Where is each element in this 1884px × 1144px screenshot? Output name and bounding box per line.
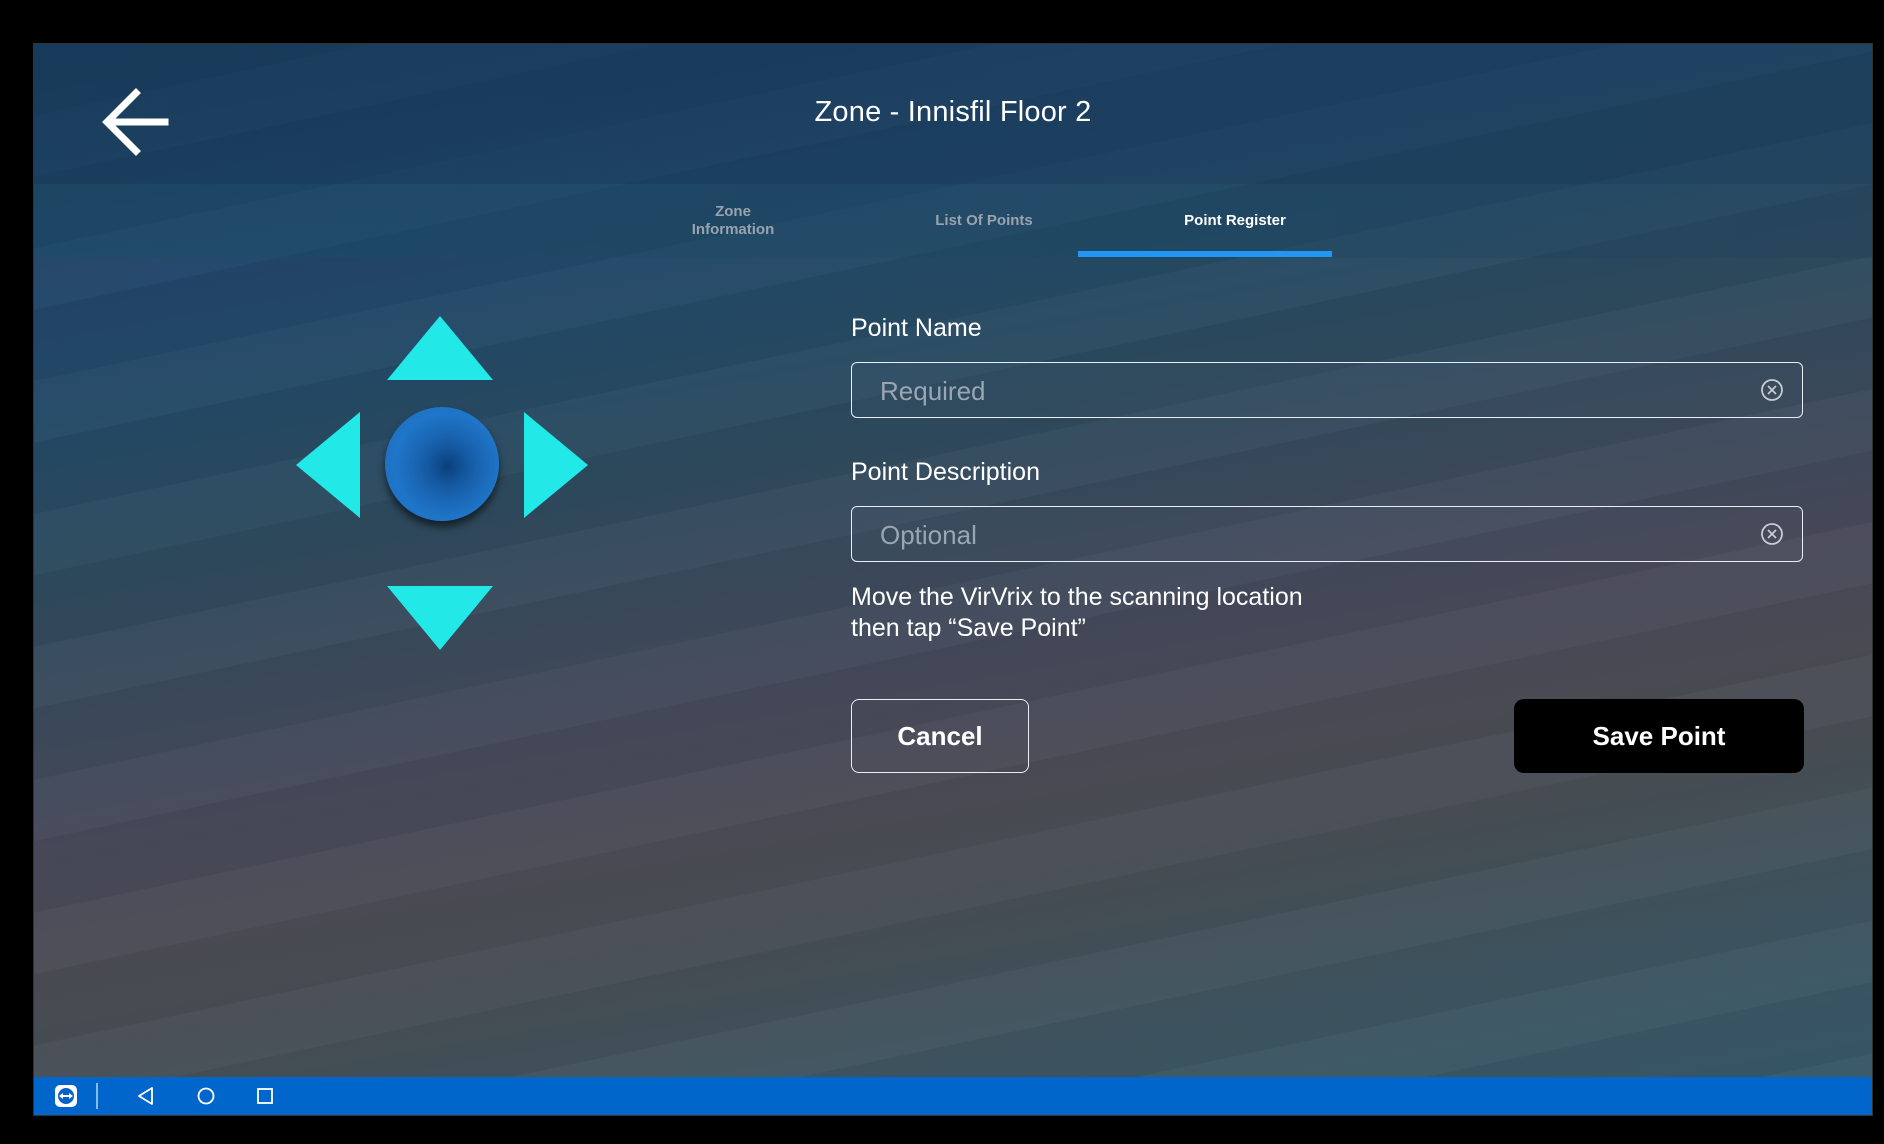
point-description-label: Point Description bbox=[851, 458, 1040, 486]
dpad-down-button[interactable] bbox=[385, 584, 495, 652]
tab-list-of-points[interactable]: List Of Points bbox=[857, 184, 1111, 258]
page-title: Zone - Innisfil Floor 2 bbox=[814, 96, 1092, 128]
dpad-center-button[interactable] bbox=[385, 407, 499, 521]
dpad-left-button[interactable] bbox=[294, 410, 362, 520]
save-point-button[interactable]: Save Point bbox=[1514, 699, 1804, 773]
point-description-field-box bbox=[851, 506, 1803, 563]
nav-divider bbox=[96, 1083, 98, 1109]
tab-point-register[interactable]: Point Register bbox=[1108, 184, 1362, 258]
point-name-field-box bbox=[851, 362, 1803, 419]
arrow-down-icon bbox=[387, 586, 493, 650]
arrow-left-icon bbox=[296, 412, 360, 518]
point-description-input[interactable] bbox=[878, 507, 1742, 563]
app-screen: Zone - Innisfil Floor 2 Zone Information… bbox=[33, 43, 1873, 1116]
clear-circle-x-icon[interactable] bbox=[1760, 522, 1784, 546]
instructions-text: Move the VirVrix to the scanning locatio… bbox=[851, 583, 1303, 642]
device-frame: Zone - Innisfil Floor 2 Zone Information… bbox=[0, 0, 1884, 1144]
cancel-button[interactable]: Cancel bbox=[851, 699, 1029, 773]
home-circle-icon[interactable] bbox=[194, 1084, 218, 1108]
back-triangle-icon[interactable] bbox=[134, 1084, 158, 1108]
tab-zone-information[interactable]: Zone Information bbox=[606, 184, 860, 258]
tab-bar: Zone Information List Of Points Point Re… bbox=[34, 184, 1872, 258]
point-name-input[interactable] bbox=[878, 363, 1742, 419]
arrow-right-icon bbox=[524, 412, 588, 518]
arrow-up-icon bbox=[387, 316, 493, 380]
point-name-label: Point Name bbox=[851, 314, 982, 342]
direction-pad bbox=[294, 314, 594, 650]
active-tab-indicator bbox=[1078, 251, 1332, 257]
recents-square-icon[interactable] bbox=[253, 1084, 277, 1108]
system-nav-bar bbox=[34, 1077, 1872, 1115]
clear-circle-x-icon[interactable] bbox=[1760, 378, 1784, 402]
teamviewer-icon[interactable] bbox=[54, 1084, 78, 1108]
dpad-up-button[interactable] bbox=[385, 314, 495, 382]
app-header: Zone - Innisfil Floor 2 bbox=[34, 44, 1872, 184]
dpad-right-button[interactable] bbox=[522, 410, 590, 520]
